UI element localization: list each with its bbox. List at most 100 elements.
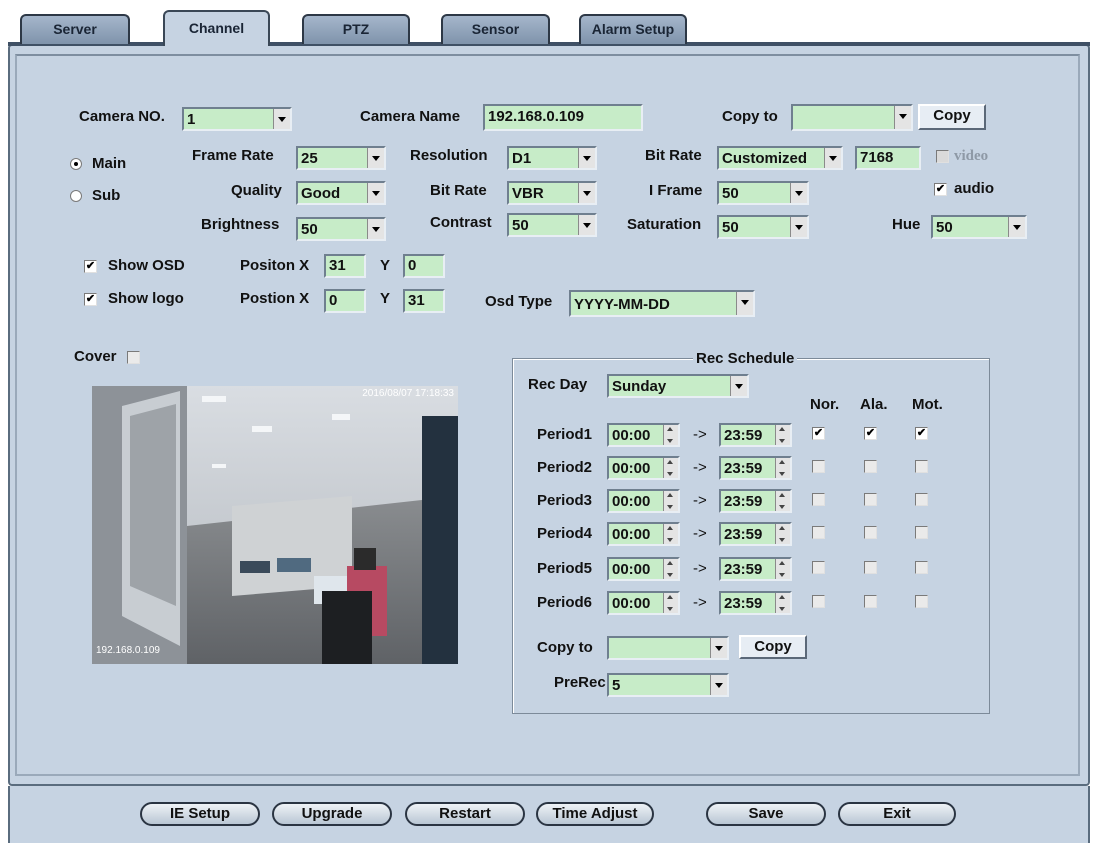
camera-preview[interactable]: 2016/08/07 17:18:33 192.168.0.109 — [92, 386, 458, 664]
restart-button[interactable]: Restart — [405, 802, 525, 826]
tab-ptz[interactable]: PTZ — [302, 14, 410, 44]
period2-end-spinner[interactable]: 23:59 — [719, 456, 792, 480]
rec-schedule-title: Rec Schedule — [693, 349, 798, 369]
period1-motion-checkbox[interactable]: ✔ — [915, 427, 928, 440]
period2-alarm-checkbox[interactable] — [864, 460, 877, 473]
spinner-arrows-icon[interactable] — [775, 491, 790, 511]
osd-position-y-input[interactable]: 0 — [403, 254, 445, 278]
spinner-arrows-icon[interactable] — [775, 559, 790, 579]
period-range-arrow: -> — [693, 459, 707, 476]
period4-alarm-checkbox[interactable] — [864, 526, 877, 539]
hue-label: Hue — [892, 216, 921, 233]
bit-rate-mode-select[interactable]: Customized — [717, 146, 843, 170]
main-stream-radio[interactable] — [70, 158, 82, 170]
ie-setup-button[interactable]: IE Setup — [140, 802, 260, 826]
period6-motion-checkbox[interactable] — [915, 595, 928, 608]
period6-start-spinner[interactable]: 00:00 — [607, 591, 680, 615]
i-frame-select[interactable]: 50 — [717, 181, 809, 205]
period2-motion-checkbox[interactable] — [915, 460, 928, 473]
period3-normal-checkbox[interactable] — [812, 493, 825, 506]
alarm-column-header: Ala. — [860, 396, 888, 413]
period5-end-spinner[interactable]: 23:59 — [719, 557, 792, 581]
time-adjust-button[interactable]: Time Adjust — [536, 802, 654, 826]
period5-start-spinner[interactable]: 00:00 — [607, 557, 680, 581]
spinner-arrows-icon[interactable] — [663, 458, 678, 478]
quality-select[interactable]: Good — [296, 181, 386, 205]
period3-start-spinner[interactable]: 00:00 — [607, 489, 680, 513]
copy-to-label: Copy to — [722, 108, 778, 125]
period5-motion-checkbox[interactable] — [915, 561, 928, 574]
period1-normal-checkbox[interactable]: ✔ — [812, 427, 825, 440]
audio-checkbox[interactable]: ✔ — [934, 183, 947, 196]
rec-copy-to-label: Copy to — [537, 639, 593, 656]
prerec-select[interactable]: 5 — [607, 673, 729, 697]
period1-start-spinner[interactable]: 00:00 — [607, 423, 680, 447]
period5-alarm-checkbox[interactable] — [864, 561, 877, 574]
period4-normal-checkbox[interactable] — [812, 526, 825, 539]
copy-camera-button[interactable]: Copy — [918, 104, 986, 130]
show-logo-checkbox[interactable]: ✔ — [84, 293, 97, 306]
cover-checkbox[interactable] — [127, 351, 140, 364]
spinner-arrows-icon[interactable] — [775, 524, 790, 544]
period-end-value: 23:59 — [724, 526, 763, 543]
period3-end-spinner[interactable]: 23:59 — [719, 489, 792, 513]
rec-copy-to-select[interactable] — [607, 636, 729, 660]
hue-select[interactable]: 50 — [931, 215, 1027, 239]
period4-start-spinner[interactable]: 00:00 — [607, 522, 680, 546]
frame-rate-select[interactable]: 25 — [296, 146, 386, 170]
tab-channel[interactable]: Channel — [163, 10, 270, 46]
spinner-arrows-icon[interactable] — [775, 593, 790, 613]
camera-name-input[interactable]: 192.168.0.109 — [483, 104, 643, 131]
period1-alarm-checkbox[interactable]: ✔ — [864, 427, 877, 440]
sub-stream-radio[interactable] — [70, 190, 82, 202]
exit-button[interactable]: Exit — [838, 802, 956, 826]
camera-no-select[interactable]: 1 — [182, 107, 292, 131]
period6-end-spinner[interactable]: 23:59 — [719, 591, 792, 615]
chevron-down-icon — [824, 148, 841, 168]
spinner-arrows-icon[interactable] — [663, 559, 678, 579]
period1-end-spinner[interactable]: 23:59 — [719, 423, 792, 447]
bit-rate-type-select[interactable]: VBR — [507, 181, 597, 205]
show-logo-label: Show logo — [108, 290, 184, 307]
period-end-value: 23:59 — [724, 561, 763, 578]
rec-day-select[interactable]: Sunday — [607, 374, 749, 398]
period-label: Period5 — [537, 560, 593, 577]
spinner-arrows-icon[interactable] — [663, 491, 678, 511]
period-end-value: 23:59 — [724, 460, 763, 477]
period6-normal-checkbox[interactable] — [812, 595, 825, 608]
period2-start-spinner[interactable]: 00:00 — [607, 456, 680, 480]
period5-normal-checkbox[interactable] — [812, 561, 825, 574]
saturation-select[interactable]: 50 — [717, 215, 809, 239]
save-button[interactable]: Save — [706, 802, 826, 826]
osd-position-x-label: Positon X — [240, 257, 310, 274]
tab-sensor[interactable]: Sensor — [441, 14, 550, 44]
period4-motion-checkbox[interactable] — [915, 526, 928, 539]
logo-position-y-input[interactable]: 31 — [403, 289, 445, 313]
period3-alarm-checkbox[interactable] — [864, 493, 877, 506]
rec-copy-button[interactable]: Copy — [739, 635, 807, 659]
osd-type-select[interactable]: YYYY-MM-DD — [569, 290, 755, 317]
brightness-select[interactable]: 50 — [296, 217, 386, 241]
spinner-arrows-icon[interactable] — [663, 425, 678, 445]
contrast-select[interactable]: 50 — [507, 213, 597, 237]
osd-position-x-input[interactable]: 31 — [324, 254, 366, 278]
video-checkbox[interactable] — [936, 150, 949, 163]
upgrade-button[interactable]: Upgrade — [272, 802, 392, 826]
period4-end-spinner[interactable]: 23:59 — [719, 522, 792, 546]
bit-rate-value-input[interactable]: 7168 — [855, 146, 921, 170]
resolution-select[interactable]: D1 — [507, 146, 597, 170]
period3-motion-checkbox[interactable] — [915, 493, 928, 506]
tab-server[interactable]: Server — [20, 14, 130, 44]
logo-position-x-input[interactable]: 0 — [324, 289, 366, 313]
spinner-arrows-icon[interactable] — [663, 593, 678, 613]
period2-normal-checkbox[interactable] — [812, 460, 825, 473]
tab-alarm-setup[interactable]: Alarm Setup — [579, 14, 687, 44]
period-end-value: 23:59 — [724, 595, 763, 612]
show-osd-checkbox[interactable]: ✔ — [84, 260, 97, 273]
spinner-arrows-icon[interactable] — [663, 524, 678, 544]
spinner-arrows-icon[interactable] — [775, 458, 790, 478]
chevron-down-icon — [1008, 217, 1025, 237]
spinner-arrows-icon[interactable] — [775, 425, 790, 445]
copy-to-select[interactable] — [791, 104, 913, 131]
period6-alarm-checkbox[interactable] — [864, 595, 877, 608]
